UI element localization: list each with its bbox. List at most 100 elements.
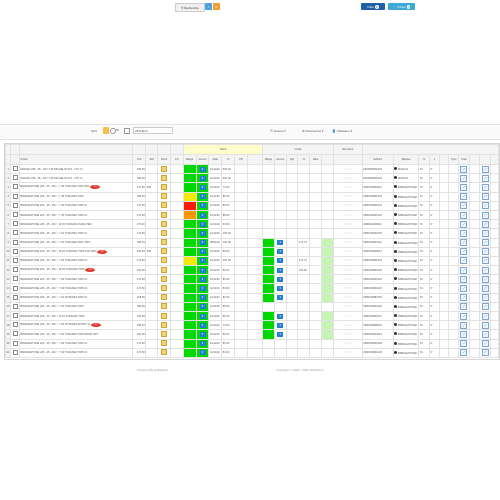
cart-add-icon[interactable]: ▾: [199, 166, 206, 172]
accent-cell[interactable]: ▾: [195, 200, 210, 211]
detail-cell[interactable]: ⤢: [479, 274, 492, 285]
cmde-accent-cell[interactable]: [273, 228, 287, 239]
rating-cell[interactable]: ☆ ☆ ☆: [332, 237, 363, 248]
cart-add-icon[interactable]: ▾: [199, 304, 206, 310]
rating-cell[interactable]: ☆ ☆ ☆: [332, 255, 363, 267]
image-icon[interactable]: ⤢: [481, 174, 489, 182]
stock-cell[interactable]: [157, 265, 171, 276]
row-checkbox-cell[interactable]: [10, 301, 20, 313]
folder-icon[interactable]: [161, 220, 167, 227]
folder-icon[interactable]: [161, 183, 167, 190]
sku-toggle-button[interactable]: [103, 127, 109, 134]
stock-cell[interactable]: [157, 219, 171, 230]
image-cell[interactable]: ⤢: [458, 347, 470, 358]
folder-icon[interactable]: [161, 303, 167, 310]
image-icon[interactable]: ⤢: [460, 275, 468, 283]
table-row[interactable]: 2 MAIKAN 235 - 65 - R17 T 45 MICHELIN 4X4…: [5, 173, 499, 184]
article-cell[interactable]: MAIKAN 235 - 65 - R17 T 45 MICHELIN 4X4 …: [18, 173, 134, 184]
cmde-accent-cell[interactable]: ▾: [273, 274, 287, 285]
table-row[interactable]: 9 BRIDGESTONE 225 - 45 - R17 - Y 94 TURAN…: [5, 237, 499, 248]
detail-cell[interactable]: ⤢: [479, 173, 492, 184]
table-row[interactable]: 10 BRIDGESTONE 225 - 45 - R17 - W 94 TURA…: [5, 246, 499, 257]
image-cell[interactable]: ⤢: [458, 265, 470, 276]
image-icon[interactable]: ⤢: [460, 220, 468, 228]
accent-cell[interactable]: ▾: [195, 301, 210, 313]
folder-icon[interactable]: [161, 257, 167, 264]
table-row[interactable]: 20 BRIDGESTONE 225 - 45 - R17 - Y 94 TURA…: [5, 338, 499, 349]
table-row[interactable]: 14 BRIDGESTONE 225 - 45 - R17 - Y 94 TURA…: [5, 283, 499, 294]
article-cell[interactable]: BRIDGESTONE 225 - 45 - R17 - Y 94 POTENZ…: [18, 320, 134, 331]
stock-cell[interactable]: [157, 329, 171, 340]
cart-add-icon[interactable]: ▾: [199, 322, 206, 328]
cart-button[interactable]: 🛒 Panier 0: [388, 3, 415, 10]
stock-cell[interactable]: [157, 182, 171, 193]
folder-icon[interactable]: [161, 165, 167, 172]
stock-cell[interactable]: [157, 209, 171, 221]
header-pct[interactable]: %: [221, 154, 236, 165]
cmde-accent-cell[interactable]: [273, 338, 287, 349]
stock-cell[interactable]: [157, 338, 171, 349]
cart-add-icon[interactable]: ▾: [277, 295, 284, 301]
row-checkbox[interactable]: [12, 294, 18, 300]
clear-button[interactable]: ×: [205, 3, 212, 10]
detail-cell[interactable]: ⤢: [479, 255, 492, 267]
image-icon[interactable]: ⤢: [481, 229, 489, 237]
row-checkbox[interactable]: [12, 303, 18, 309]
rating-cell[interactable]: ☆ ☆ ☆: [332, 200, 363, 211]
stock-cell[interactable]: [157, 347, 171, 358]
image-icon[interactable]: ⤢: [481, 202, 489, 210]
accent-cell[interactable]: ▾: [195, 320, 210, 331]
cmde-accent-cell[interactable]: ▾: [273, 329, 287, 340]
row-checkbox-cell[interactable]: [10, 320, 20, 331]
stock-cell[interactable]: [157, 320, 171, 331]
cmde-accent-cell[interactable]: [273, 301, 287, 313]
image-cell[interactable]: ⤢: [458, 310, 470, 322]
rating-cell[interactable]: ☆ ☆ ☆: [332, 209, 363, 221]
cart-add-icon[interactable]: ▾: [199, 175, 206, 181]
folder-icon[interactable]: [161, 285, 167, 292]
folder-icon[interactable]: [161, 211, 167, 218]
row-checkbox[interactable]: [12, 221, 18, 227]
article-cell[interactable]: BRIDGESTONE 225 - 45 - R17 - Y 94 TURANZ…: [18, 255, 134, 267]
image-icon[interactable]: ⤢: [460, 174, 468, 182]
folder-icon[interactable]: [161, 340, 167, 347]
rating-cell[interactable]: ☆ ☆ ☆: [332, 219, 363, 230]
stock-cell[interactable]: [157, 310, 171, 322]
image-icon[interactable]: ⤢: [481, 239, 489, 247]
folder-icon[interactable]: [161, 312, 167, 319]
filter-button[interactable]: Filtre 0: [361, 3, 385, 10]
image-icon[interactable]: ⤢: [481, 220, 489, 228]
row-checkbox[interactable]: [12, 313, 18, 319]
folder-icon[interactable]: [161, 349, 167, 356]
folder-icon[interactable]: [161, 239, 167, 246]
cmde-accent-cell[interactable]: [273, 347, 287, 358]
article-cell[interactable]: BRIDGESTONE 225 - 45 - R17 - Y 94 TURANZ…: [18, 347, 134, 358]
image-icon[interactable]: ⤢: [460, 183, 468, 191]
article-cell[interactable]: BRIDGESTONE 225 - 45 - R17 - Y 45 TURANZ…: [18, 182, 134, 193]
header-pr[interactable]: PR: [234, 154, 248, 165]
image-icon[interactable]: ⤢: [481, 275, 489, 283]
header-date[interactable]: Date: [208, 154, 223, 165]
cart-add-icon[interactable]: ▾: [277, 276, 284, 282]
stock-cell[interactable]: [157, 255, 171, 267]
table-row[interactable]: 3 BRIDGESTONE 225 - 45 - R17 - Y 45 TURAN…: [5, 182, 499, 193]
image-icon[interactable]: ⤢: [460, 211, 468, 219]
header-marque[interactable]: Marque: [392, 154, 420, 165]
image-icon[interactable]: ⤢: [481, 312, 489, 320]
image-cell[interactable]: ⤢: [458, 338, 470, 349]
cart-add-icon[interactable]: ▾: [277, 313, 284, 319]
folder-icon[interactable]: [161, 321, 167, 328]
row-checkbox-cell[interactable]: [10, 310, 20, 322]
detail-cell[interactable]: ⤢: [479, 228, 492, 239]
table-row[interactable]: 15 BRIDGESTONE 225 - 45 - R17 - Y 94 POTE…: [5, 292, 499, 303]
header-stock[interactable]: Stock: [157, 154, 171, 165]
rating-cell[interactable]: ☆ ☆ ☆: [332, 301, 363, 313]
accent-cell[interactable]: ▾: [195, 255, 210, 267]
cmde-accent-cell[interactable]: ▾: [273, 255, 287, 267]
rating-cell[interactable]: ☆ ☆ ☆: [332, 320, 363, 331]
header-ref[interactable]: Réf: [145, 154, 159, 165]
rating-cell[interactable]: ☆ ☆ ☆: [332, 191, 363, 202]
image-icon[interactable]: ⤢: [460, 294, 468, 302]
cart-add-icon[interactable]: ▾: [199, 221, 206, 227]
table-row[interactable]: 11 BRIDGESTONE 225 - 45 - R17 - Y 94 TURA…: [5, 255, 499, 267]
